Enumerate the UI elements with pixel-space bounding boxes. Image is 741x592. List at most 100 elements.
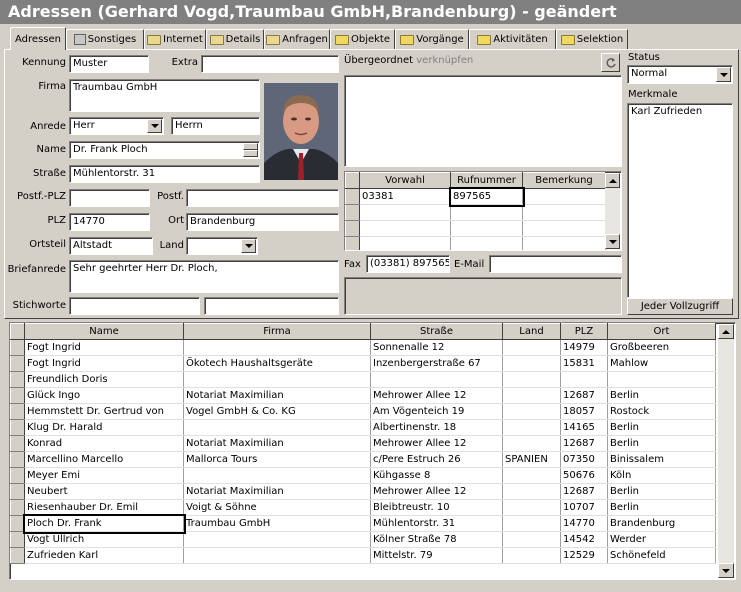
row-selector[interactable]	[10, 339, 25, 356]
status-combo[interactable]: Normal	[627, 65, 733, 84]
table-cell[interactable]: Rostock	[607, 403, 716, 420]
phone-cell[interactable]	[450, 236, 523, 250]
table-cell[interactable]: c/Pere Estruch 26	[370, 451, 503, 468]
row-selector[interactable]	[345, 204, 360, 221]
postf-plz-field[interactable]	[69, 189, 150, 207]
table-cell[interactable]: Konrad	[24, 435, 184, 452]
tab-1[interactable]: Adressen	[10, 27, 66, 50]
ort-field[interactable]: Brandenburg	[186, 213, 339, 231]
tab-2[interactable]: Sonstiges	[66, 29, 144, 49]
table-row[interactable]: Konrad Notariat Maximilian Mehrower Allee …	[10, 435, 716, 452]
table-cell[interactable]: Mehrower Allee 12	[370, 435, 503, 452]
phone-scroll-up-button[interactable]	[605, 173, 620, 188]
table-cell[interactable]: Mittelstr. 79	[370, 547, 503, 564]
name-spin-down-button[interactable]	[243, 150, 258, 157]
table-cell[interactable]: Ploch Dr. Frank	[22, 513, 186, 534]
phone-cell[interactable]	[522, 188, 606, 205]
table-cell[interactable]: Riesenhauber Dr. Emil	[24, 499, 184, 516]
table-cell[interactable]: Mallorca Tours	[183, 451, 371, 468]
tab-8[interactable]: Aktivitäten	[469, 29, 556, 49]
table-cell[interactable]	[502, 355, 561, 372]
table-cell[interactable]: Kühgasse 8	[370, 467, 503, 484]
table-cell[interactable]: SPANIEN	[502, 451, 561, 468]
table-cell[interactable]	[607, 371, 716, 388]
land-dropdown-button[interactable]	[241, 239, 256, 253]
tab-9[interactable]: Selektion	[556, 29, 628, 49]
table-cell[interactable]: Notariat Maximilian	[183, 435, 371, 452]
table-cell[interactable]	[183, 531, 371, 548]
tab-4[interactable]: Details	[206, 29, 264, 49]
table-row[interactable]: Ploch Dr. Frank Traumbau GmbH Mühlentorstr…	[10, 513, 716, 534]
table-cell[interactable]: Berlin	[607, 419, 716, 436]
row-selector[interactable]	[10, 483, 25, 500]
phone-cell[interactable]	[359, 236, 451, 250]
row-selector[interactable]	[10, 371, 25, 388]
table-cell[interactable]	[560, 371, 608, 388]
table-cell[interactable]: Notariat Maximilian	[183, 483, 371, 500]
table-cell[interactable]: Fogt Ingrid	[24, 339, 184, 356]
verknuepfen-link[interactable]: verknüpfen	[416, 55, 473, 66]
table-cell[interactable]: Berlin	[607, 483, 716, 500]
table-cell[interactable]	[502, 435, 561, 452]
row-selector[interactable]	[10, 355, 25, 372]
status-dropdown-button[interactable]	[716, 67, 731, 82]
table-cell[interactable]: 14542	[560, 531, 608, 548]
row-selector[interactable]	[10, 435, 25, 452]
table-cell[interactable]: Voigt & Söhne	[183, 499, 371, 516]
briefanrede-field[interactable]: Sehr geehrter Herr Dr. Ploch,	[69, 260, 339, 293]
stichworte-field-2[interactable]	[204, 297, 339, 315]
table-cell[interactable]	[370, 371, 503, 388]
list-column-header[interactable]: Land	[502, 323, 561, 340]
address-list[interactable]: Name Firma Straße Land PLZ Ort Fogt Ingrid Son…	[9, 322, 736, 580]
extra-field[interactable]	[201, 55, 339, 73]
row-selector[interactable]	[10, 531, 25, 548]
phone-row[interactable]	[345, 204, 606, 221]
phone-cell[interactable]	[522, 204, 606, 221]
table-cell[interactable]: 07350	[560, 451, 608, 468]
table-cell[interactable]: Vogel GmbH & Co. KG	[183, 403, 371, 420]
table-cell[interactable]	[502, 531, 561, 548]
uebergeordnet-box[interactable]	[344, 75, 622, 167]
table-cell[interactable]: Berlin	[607, 499, 716, 516]
list-column-header[interactable]: Firma	[183, 323, 371, 340]
table-cell[interactable]	[502, 467, 561, 484]
row-selector[interactable]	[10, 499, 25, 516]
table-cell[interactable]: Sonnenalle 12	[370, 339, 503, 356]
name-field[interactable]: Dr. Frank Ploch	[69, 141, 260, 159]
email-field[interactable]	[489, 255, 622, 273]
table-cell[interactable]: Mehrower Allee 12	[370, 387, 503, 404]
table-cell[interactable]: 12687	[560, 483, 608, 500]
table-cell[interactable]: 14770	[560, 515, 608, 532]
list-column-header[interactable]: Ort	[607, 323, 716, 340]
table-row[interactable]: Vogt Ullrich Kölner Straße 78 14542 Werder	[10, 531, 716, 548]
table-cell[interactable]: Berlin	[607, 387, 716, 404]
phone-row[interactable]: 03381 897565	[345, 186, 606, 207]
phone-row[interactable]	[345, 236, 606, 250]
list-column-header[interactable]: PLZ	[560, 323, 608, 340]
stichworte-field-1[interactable]	[69, 297, 200, 315]
anrede-dropdown-button[interactable]	[147, 119, 162, 133]
phone-cell[interactable]	[359, 220, 451, 237]
kennung-field[interactable]: Muster	[69, 55, 149, 73]
table-cell[interactable]: Fogt Ingrid	[24, 355, 184, 372]
table-cell[interactable]: Glück Ingo	[24, 387, 184, 404]
row-selector[interactable]	[10, 467, 25, 484]
table-cell[interactable]: 50676	[560, 467, 608, 484]
notes-box[interactable]	[344, 277, 622, 315]
row-selector[interactable]	[10, 387, 25, 404]
table-cell[interactable]	[183, 419, 371, 436]
table-cell[interactable]: Meyer Emi	[24, 467, 184, 484]
table-cell[interactable]	[183, 467, 371, 484]
anrede-brief-field[interactable]: Herrn	[171, 117, 260, 135]
table-cell[interactable]: Zufrieden Karl	[24, 547, 184, 564]
tab-5[interactable]: Anfragen	[264, 29, 330, 49]
phone-grid[interactable]: Vorwahl Rufnummer Bemerkung 03381 897565	[344, 171, 622, 251]
table-cell[interactable]: Albertinenstr. 18	[370, 419, 503, 436]
anrede-combo[interactable]: Herr	[69, 117, 164, 135]
table-row[interactable]: Neubert Notariat Maximilian Mehrower Allee…	[10, 483, 716, 500]
ortsteil-field[interactable]: Altstadt	[69, 237, 153, 255]
row-selector[interactable]	[10, 403, 25, 420]
land-combo[interactable]	[186, 237, 258, 255]
row-selector[interactable]	[10, 451, 25, 468]
phone-cell[interactable]: 897565	[448, 186, 525, 207]
